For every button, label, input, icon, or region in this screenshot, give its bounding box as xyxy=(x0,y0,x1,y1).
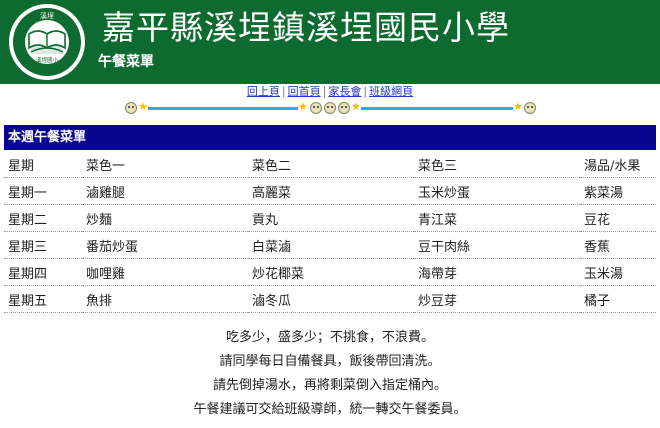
table-cell: 白菜滷 xyxy=(248,231,414,259)
table-cell: 橘子 xyxy=(580,285,656,313)
table-cell: 紫菜湯 xyxy=(580,177,656,205)
table-cell: 炒花椰菜 xyxy=(248,258,414,286)
star-icon: ★ xyxy=(138,100,148,113)
table-cell: 香蕉 xyxy=(580,231,656,259)
table-cell: 滷冬瓜 xyxy=(248,285,414,313)
nav-link-class-pages[interactable]: 班級網頁 xyxy=(369,85,413,98)
smiley-icon xyxy=(524,102,536,114)
nav-link-back[interactable]: 回上頁 xyxy=(247,85,280,98)
nav-separator: | xyxy=(281,85,286,98)
nav-link-home[interactable]: 回首頁 xyxy=(288,85,321,98)
table-row: 星期二 炒麵 貢丸 青江菜 豆花 xyxy=(4,204,656,232)
nav-link-parents[interactable]: 家長會 xyxy=(328,85,361,98)
column-header: 湯品/水果 xyxy=(580,151,656,178)
smiley-icon xyxy=(324,102,336,114)
table-cell: 青江菜 xyxy=(414,204,580,232)
menu-heading: 本週午餐菜單 xyxy=(4,125,656,150)
divider-bar xyxy=(148,107,298,110)
table-cell: 豆干肉絲 xyxy=(414,231,580,259)
star-icon: ★ xyxy=(298,100,308,113)
table-cell: 炒豆芽 xyxy=(414,285,580,313)
table-cell: 星期二 xyxy=(4,204,82,232)
table-cell: 炒麵 xyxy=(82,204,248,232)
column-header: 菜色二 xyxy=(248,151,414,178)
school-logo: 溪埕 溪埕國小 xyxy=(9,4,85,80)
logo-bottom-text: 溪埕國小 xyxy=(36,56,59,64)
table-row: 星期五 魚排 滷冬瓜 炒豆芽 橘子 xyxy=(4,285,656,313)
table-row: 星期一 滷雞腿 高麗菜 玉米炒蛋 紫菜湯 xyxy=(4,177,656,205)
decorative-divider: ★ ★ ★ ★ xyxy=(0,100,660,118)
table-cell: 玉米炒蛋 xyxy=(414,177,580,205)
table-row: 星期四 咖哩雞 炒花椰菜 海帶芽 玉米湯 xyxy=(4,258,656,286)
page-subtitle: 午餐菜單 xyxy=(98,54,154,70)
school-name: 嘉平縣溪埕鎮溪埕國民小學 xyxy=(102,8,510,47)
table-cell: 貢丸 xyxy=(248,204,414,232)
table-header-row: 星期 菜色一 菜色二 菜色三 湯品/水果 xyxy=(4,151,656,178)
lunch-notes: 吃多少，盛多少；不挑食，不浪費。 請同學每日自備餐具，飯後帶回清洗。 請先倒掉湯… xyxy=(0,326,660,422)
table-cell: 魚排 xyxy=(82,285,248,313)
column-header: 菜色三 xyxy=(414,151,580,178)
table-cell: 滷雞腿 xyxy=(82,177,248,205)
star-icon: ★ xyxy=(513,100,523,113)
note-line: 請同學每日自備餐具，飯後帶回清洗。 xyxy=(219,354,441,369)
note-line: 吃多少，盛多少；不挑食，不浪費。 xyxy=(225,330,434,345)
note-line: 午餐建議可交給班級導師，統一轉交午餐委員。 xyxy=(193,402,467,417)
smiley-icon xyxy=(310,102,322,114)
table-cell: 海帶芽 xyxy=(414,258,580,286)
star-icon: ★ xyxy=(351,100,361,113)
logo-top-text: 溪埕 xyxy=(40,11,54,20)
table-cell: 番茄炒蛋 xyxy=(82,231,248,259)
table-cell: 星期五 xyxy=(4,285,82,313)
smiley-icon xyxy=(125,102,137,114)
table-cell: 咖哩雞 xyxy=(82,258,248,286)
table-row: 星期三 番茄炒蛋 白菜滷 豆干肉絲 香蕉 xyxy=(4,231,656,259)
divider-bar xyxy=(361,107,513,110)
lunch-menu-table: 星期 菜色一 菜色二 菜色三 湯品/水果 星期一 滷雞腿 高麗菜 玉米炒蛋 紫菜… xyxy=(4,151,656,313)
column-header: 星期 xyxy=(4,151,82,178)
smiley-icon xyxy=(338,102,350,114)
table-cell: 高麗菜 xyxy=(248,177,414,205)
column-header: 菜色一 xyxy=(82,151,248,178)
note-line: 請先倒掉湯水，再將剩菜倒入指定桶內。 xyxy=(212,378,447,393)
table-cell: 玉米湯 xyxy=(580,258,656,286)
site-header: 溪埕 溪埕國小 嘉平縣溪埕鎮溪埕國民小學 午餐菜單 xyxy=(0,0,660,84)
nav-separator: | xyxy=(363,85,368,98)
top-nav: 回上頁 | 回首頁 | 家長會 | 班級網頁 xyxy=(0,84,660,100)
table-cell: 星期一 xyxy=(4,177,82,205)
table-cell: 豆花 xyxy=(580,204,656,232)
table-cell: 星期四 xyxy=(4,258,82,286)
table-cell: 星期三 xyxy=(4,231,82,259)
